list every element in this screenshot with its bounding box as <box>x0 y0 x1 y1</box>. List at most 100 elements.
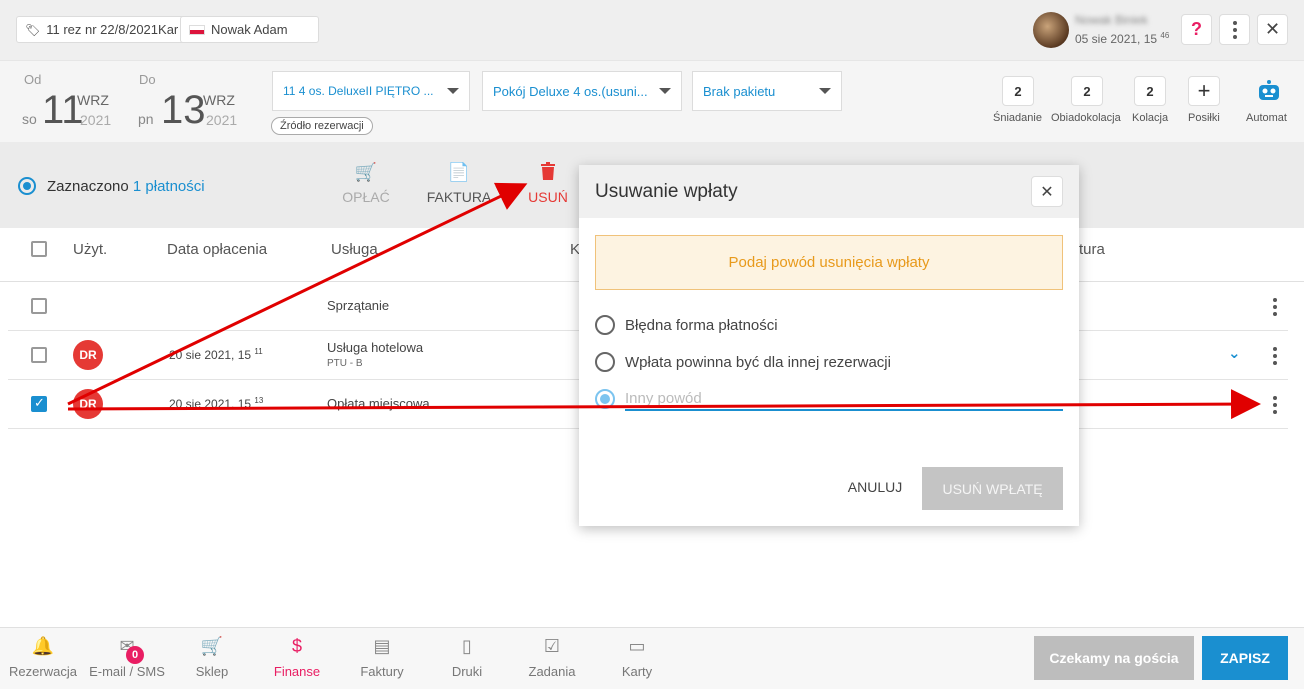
col-paid-date: Data opłacenia <box>167 241 268 258</box>
documents-icon: ▤ <box>373 636 391 656</box>
selection-radio[interactable] <box>18 177 36 195</box>
row-menu-icon[interactable] <box>1273 396 1277 417</box>
row-checkbox[interactable] <box>31 347 47 363</box>
warning-message: Podaj powód usunięcia wpłaty <box>595 235 1063 290</box>
cancel-button[interactable]: ANULUJ <box>835 467 915 507</box>
supper-label: Kolacja <box>1132 112 1169 124</box>
add-meal-button[interactable]: + <box>1188 76 1220 106</box>
user-time: 05 sie 2021, 15 46 <box>1075 31 1170 46</box>
close-icon: ✕ <box>1040 183 1054 201</box>
trash-icon <box>527 162 569 184</box>
chevron-down-icon[interactable]: ⌄ <box>1228 393 1241 411</box>
to-year: 2021 <box>206 112 238 128</box>
waiting-for-guest-button[interactable]: Czekamy na gościa <box>1034 636 1194 680</box>
kebab-icon <box>1232 20 1237 39</box>
nav-invoices[interactable]: ▤ Faktury <box>339 636 425 679</box>
room-type-select-value: Pokój Deluxe 4 os.(usuni... <box>493 83 648 99</box>
select-all-checkbox[interactable] <box>31 241 47 257</box>
avatar[interactable] <box>1033 12 1069 48</box>
email-count-badge: 0 <box>126 646 144 664</box>
row-checkbox[interactable] <box>31 298 47 314</box>
user-avatar: DR <box>73 340 103 370</box>
invoice-action[interactable]: 📄 FAKTURA <box>425 162 493 205</box>
nav-finance[interactable]: $ Finanse <box>254 636 340 679</box>
close-icon: ✕ <box>1264 19 1281 39</box>
col-invoice: tura <box>1079 241 1105 258</box>
to-month: WRZ <box>203 92 235 108</box>
room-type-select[interactable]: Pokój Deluxe 4 os.(usuni... <box>482 71 682 111</box>
automat-label: Automat <box>1246 112 1287 124</box>
from-month: WRZ <box>77 92 109 108</box>
from-year: 2021 <box>80 112 112 128</box>
radio-button[interactable] <box>595 352 615 372</box>
selection-summary: Zaznaczono 1 płatności <box>47 178 205 195</box>
breakfast-count-button[interactable]: 2 <box>1002 76 1034 106</box>
guest-chip[interactable]: Nowak Adam <box>180 16 319 43</box>
plus-icon: + <box>1197 78 1211 103</box>
from-weekday: so <box>22 111 37 127</box>
meals-label: Posiłki <box>1188 112 1220 124</box>
dialog-title: Usuwanie wpłaty <box>595 181 738 202</box>
reservation-chip-label: 11 rez nr 22/8/2021Kar <box>46 22 179 37</box>
chevron-down-icon[interactable]: ⌄ <box>1228 344 1241 362</box>
reason-label: Wpłata powinna być dla innej rezerwacji <box>625 353 891 371</box>
reason-option-other-reservation[interactable]: Wpłata powinna być dla innej rezerwacji <box>595 352 891 372</box>
from-label: Od <box>24 72 42 87</box>
dinner-label: Obiadokolacja <box>1051 112 1121 124</box>
row-date: 20 sie 2021, 15 11 <box>169 347 263 362</box>
reason-option-wrong-method[interactable]: Błędna forma płatności <box>595 315 778 335</box>
user-name: Nowak Biniek <box>1075 13 1148 27</box>
radio-button-selected[interactable] <box>595 389 615 409</box>
cart-icon: 🛒 <box>200 636 224 656</box>
nav-tasks[interactable]: ☑ Zadania <box>509 636 595 679</box>
delete-payment-dialog: Usuwanie wpłaty ✕ Podaj powód usunięcia … <box>579 165 1079 526</box>
tag-icon: 🏷 <box>25 22 41 37</box>
other-reason-input[interactable] <box>625 387 1063 411</box>
row-menu-icon[interactable] <box>1273 347 1277 368</box>
nav-prints[interactable]: ▯ Druki <box>424 636 510 679</box>
package-select[interactable]: Brak pakietu <box>692 71 842 111</box>
chevron-down-icon <box>819 88 831 94</box>
credit-card-icon: ▭ <box>628 636 646 656</box>
to-day[interactable]: 13 <box>161 88 206 133</box>
guest-chip-label: Nowak Adam <box>211 22 288 37</box>
automat-button[interactable] <box>1253 76 1285 106</box>
to-weekday: pn <box>138 111 154 127</box>
nav-cards[interactable]: ▭ Karty <box>594 636 680 679</box>
row-service-sub: PTU - B <box>327 358 363 369</box>
dollar-icon: $ <box>291 636 302 656</box>
bell-icon: 🔔 <box>31 636 55 656</box>
source-chip[interactable]: Źródło rezerwacji <box>271 117 373 135</box>
room-select-value: 11 4 os. DeluxeII PIĘTRO ... <box>283 84 434 98</box>
dinner-count-button[interactable]: 2 <box>1071 76 1103 106</box>
radio-button[interactable] <box>595 315 615 335</box>
package-select-value: Brak pakietu <box>703 83 776 99</box>
poland-flag-icon <box>189 24 205 35</box>
chevron-down-icon <box>659 88 671 94</box>
col-service: Usługa <box>331 241 378 258</box>
nav-shop[interactable]: 🛒 Sklep <box>169 636 255 679</box>
breakfast-label: Śniadanie <box>993 112 1042 124</box>
delete-action[interactable]: USUŃ <box>527 162 569 205</box>
row-date: 20 sie 2021, 15 13 <box>169 396 264 411</box>
chevron-down-icon <box>447 88 459 94</box>
dialog-close-button[interactable]: ✕ <box>1031 176 1063 207</box>
confirm-delete-button[interactable]: USUŃ WPŁATĘ <box>922 467 1063 510</box>
pay-action[interactable]: 🛒 OPŁAĆ <box>340 162 392 205</box>
checkbox-icon: ☑ <box>543 636 561 656</box>
nav-reservation[interactable]: 🔔 Rezerwacja <box>0 636 86 679</box>
help-button[interactable]: ? <box>1181 14 1212 45</box>
row-menu-icon[interactable] <box>1273 298 1277 319</box>
reason-option-other[interactable] <box>595 389 615 409</box>
room-select[interactable]: 11 4 os. DeluxeII PIĘTRO ... <box>272 71 470 111</box>
user-avatar: DR <box>73 389 103 419</box>
more-menu-button[interactable] <box>1219 14 1250 45</box>
reservation-chip[interactable]: 🏷 11 rez nr 22/8/2021Kar <box>16 16 188 43</box>
supper-count-button[interactable]: 2 <box>1134 76 1166 106</box>
row-checkbox-checked[interactable] <box>31 395 47 412</box>
help-icon: ? <box>1191 19 1202 39</box>
cart-icon: 🛒 <box>354 162 378 182</box>
save-button[interactable]: ZAPISZ <box>1202 636 1288 680</box>
close-button[interactable]: ✕ <box>1257 14 1288 45</box>
document-icon: ▯ <box>462 636 472 656</box>
